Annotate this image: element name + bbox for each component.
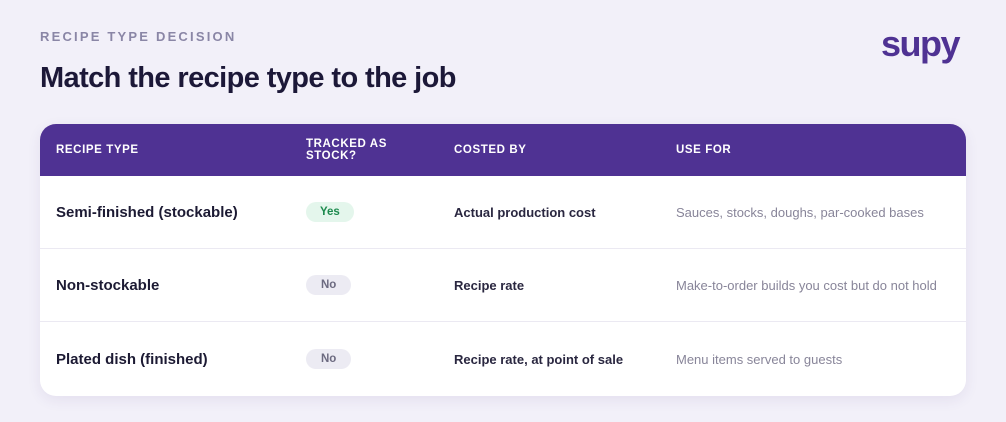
recipe-type-name: Plated dish (finished) <box>56 350 208 368</box>
use-for-value: Menu items served to guests <box>676 351 843 367</box>
costed-by-value: Recipe rate, at point of sale <box>454 351 624 367</box>
column-header-recipe-type: RECIPE TYPE <box>56 143 139 156</box>
recipe-type-name: Semi-finished (stockable) <box>56 203 238 221</box>
column-header-costed-by: COSTED BY <box>454 143 527 156</box>
table-row: Non-stockable No Recipe rate Make-to-ord… <box>40 249 966 322</box>
recipe-type-name: Non-stockable <box>56 276 160 294</box>
table-header: RECIPE TYPE TRACKED AS STOCK? COSTED BY … <box>40 124 966 176</box>
column-header-use-for: USE FOR <box>676 143 732 156</box>
tracked-status-badge: No <box>306 274 352 296</box>
supy-logo: supy <box>880 23 961 64</box>
table-row: Plated dish (finished) No Recipe rate, a… <box>40 322 966 396</box>
costed-by-value: Actual production cost <box>454 204 596 220</box>
use-for-value: Sauces, stocks, doughs, par-cooked bases <box>676 204 924 220</box>
column-header-tracked-as-stock: TRACKED AS STOCK? <box>306 137 387 162</box>
section-eyebrow: RECIPE TYPE DECISION <box>40 29 237 44</box>
use-for-value: Make-to-order builds you cost but do not… <box>676 277 937 293</box>
table-row: Semi-finished (stockable) Yes Actual pro… <box>40 176 966 249</box>
tracked-status-badge: Yes <box>306 201 354 223</box>
costed-by-value: Recipe rate <box>454 277 525 293</box>
page-title: Match the recipe type to the job <box>40 62 456 94</box>
tracked-status-badge: No <box>306 348 352 370</box>
recipe-type-table: RECIPE TYPE TRACKED AS STOCK? COSTED BY … <box>40 124 966 396</box>
